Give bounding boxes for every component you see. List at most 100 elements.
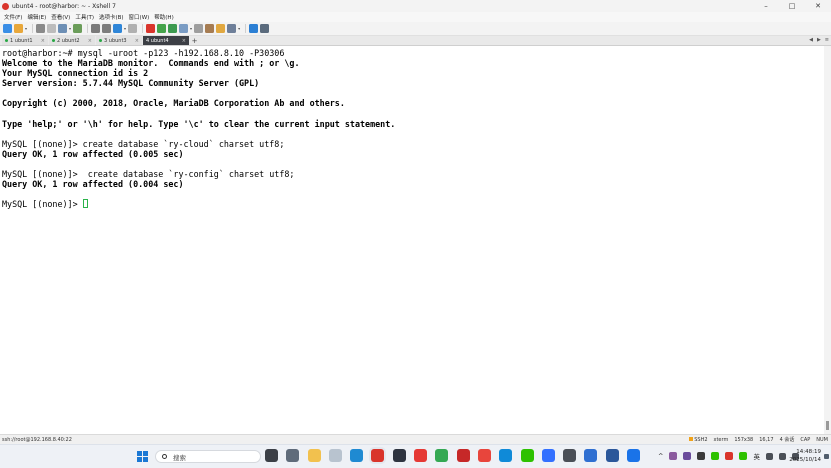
xftp-icon[interactable] bbox=[146, 24, 156, 33]
clipboard-icon[interactable] bbox=[328, 449, 342, 462]
session-tab[interactable]: 4 ubunt4 × bbox=[143, 36, 189, 45]
open-folder-icon[interactable] bbox=[14, 24, 23, 33]
taskbar-search[interactable]: 搜索 bbox=[155, 450, 261, 463]
terminal-app-icon[interactable] bbox=[392, 449, 406, 462]
volume-icon[interactable] bbox=[778, 452, 786, 460]
notes-app-icon[interactable] bbox=[456, 449, 470, 462]
ssh-lock-icon bbox=[689, 436, 694, 441]
close-button[interactable]: ✕ bbox=[805, 0, 831, 12]
minimize-button[interactable]: – bbox=[753, 0, 779, 12]
dropdown-caret-icon[interactable]: ▾ bbox=[124, 26, 126, 31]
tab-scroll-left-icon[interactable]: ◀ bbox=[809, 37, 813, 43]
tab-close-icon[interactable]: × bbox=[88, 38, 92, 44]
xshell-icon[interactable] bbox=[371, 449, 385, 462]
disconnect-icon[interactable] bbox=[47, 24, 57, 33]
menu-item-0[interactable]: 文件(F) bbox=[4, 13, 22, 21]
pdf-app-icon[interactable] bbox=[584, 449, 598, 462]
wechat-icon[interactable] bbox=[520, 449, 534, 462]
network-icon[interactable] bbox=[765, 452, 773, 460]
terminal-line: Copyright (c) 2000, 2018, Oracle, MariaD… bbox=[2, 98, 345, 109]
new-session-icon[interactable] bbox=[3, 24, 12, 33]
session-tab[interactable]: 3 ubunt3 × bbox=[96, 36, 142, 45]
clock[interactable]: 14:48:19 2025/10/14 bbox=[789, 449, 821, 464]
tray-wechat-icon[interactable] bbox=[711, 452, 720, 460]
terminal-prompt-line[interactable]: MySQL [(none)]> bbox=[2, 199, 824, 209]
tab-close-icon[interactable]: × bbox=[41, 38, 45, 44]
tab-menu-icon[interactable]: ≡ bbox=[825, 37, 829, 43]
session-tab[interactable]: 2 ubunt2 × bbox=[49, 36, 95, 45]
copy-icon[interactable] bbox=[58, 24, 68, 33]
print-icon[interactable] bbox=[102, 24, 112, 33]
transfer-icon[interactable] bbox=[179, 24, 189, 33]
menu-item-1[interactable]: 编辑(E) bbox=[27, 13, 46, 21]
word-icon[interactable] bbox=[605, 449, 619, 462]
tray-app-3-icon[interactable] bbox=[697, 452, 706, 460]
maximize-button[interactable]: □ bbox=[779, 0, 805, 12]
vscode-icon[interactable] bbox=[350, 449, 364, 462]
terminal-line: MySQL [(none)]> create database `ry-conf… bbox=[2, 169, 295, 180]
terminal-output[interactable]: root@harbor:~# mysql -uroot -p123 -h192.… bbox=[0, 46, 824, 434]
tray-app-5-icon[interactable] bbox=[725, 452, 734, 460]
session-tabs: 1 ubunt1 × 2 ubunt2 × 3 ubunt3 × 4 ubunt4 × bbox=[2, 36, 190, 45]
terminal-line: Your MySQL connection id is 2 bbox=[2, 68, 149, 79]
terminal-line: Welcome to the MariaDB monitor. Commands… bbox=[2, 58, 300, 69]
pen-icon[interactable] bbox=[205, 24, 215, 33]
layout-icon[interactable] bbox=[227, 24, 237, 33]
tray-app-1-icon[interactable] bbox=[669, 452, 678, 460]
toolbar: ▾ ▾ ▾ ▾ ▾ bbox=[0, 22, 831, 36]
script-icon[interactable] bbox=[168, 24, 178, 33]
tab-scroll-right-icon[interactable]: ▶ bbox=[817, 37, 821, 43]
dropdown-caret-icon[interactable]: ▾ bbox=[238, 26, 240, 31]
keyboard-icon[interactable] bbox=[194, 24, 204, 33]
toolbar-separator bbox=[32, 24, 34, 33]
windows-taskbar: 搜索 ^ 英 14:48:19 2025/10/14 bbox=[0, 444, 831, 468]
reconnect-icon[interactable] bbox=[36, 24, 46, 33]
chrome-icon[interactable] bbox=[477, 449, 491, 462]
file-explorer-icon[interactable] bbox=[307, 449, 321, 462]
terminal-scrollbar[interactable] bbox=[824, 46, 831, 434]
vmware-icon[interactable] bbox=[627, 449, 641, 462]
start-button[interactable] bbox=[137, 451, 148, 462]
paste-icon[interactable] bbox=[73, 24, 83, 33]
notification-icon[interactable] bbox=[824, 454, 829, 459]
task-view-icon[interactable] bbox=[265, 449, 278, 462]
dropdown-caret-icon[interactable]: ▾ bbox=[190, 26, 192, 31]
menu-item-2[interactable]: 查看(V) bbox=[51, 13, 70, 21]
session-tab[interactable]: 1 ubunt1 × bbox=[2, 36, 48, 45]
tab-close-icon[interactable]: × bbox=[135, 38, 139, 44]
red-app-icon[interactable] bbox=[414, 449, 428, 462]
tray-app-2-icon[interactable] bbox=[683, 452, 692, 460]
dropdown-caret-icon[interactable]: ▾ bbox=[25, 26, 27, 31]
menu-item-4[interactable]: 选项卡(B) bbox=[99, 13, 124, 21]
help-icon[interactable] bbox=[249, 24, 259, 33]
xmanager-icon[interactable] bbox=[157, 24, 167, 33]
toolbar-separator bbox=[142, 24, 144, 33]
edge-icon[interactable] bbox=[499, 449, 513, 462]
dropdown-caret-icon[interactable]: ▾ bbox=[69, 26, 71, 31]
globe-icon[interactable] bbox=[113, 24, 123, 33]
info-icon[interactable] bbox=[260, 24, 270, 33]
input-method-indicator[interactable]: 英 bbox=[753, 451, 760, 461]
terminal-line: MySQL [(none)]> create database `ry-clou… bbox=[2, 138, 285, 149]
cube-app-icon[interactable] bbox=[563, 449, 577, 462]
menu-item-6[interactable]: 帮助(H) bbox=[154, 13, 173, 21]
key-icon[interactable] bbox=[128, 24, 138, 33]
green-app-icon[interactable] bbox=[435, 449, 449, 462]
settings-icon[interactable] bbox=[286, 449, 300, 462]
menu-item-5[interactable]: 窗口(W) bbox=[129, 13, 150, 21]
tab-close-icon[interactable]: × bbox=[182, 38, 186, 44]
terminal-lines: root@harbor:~# mysql -uroot -p123 -h192.… bbox=[2, 48, 824, 199]
tab-label: 3 ubunt3 bbox=[104, 37, 127, 44]
menu-item-3[interactable]: 工具(T) bbox=[75, 13, 94, 21]
tray-overflow-chevron-icon[interactable]: ^ bbox=[658, 452, 663, 460]
tray-app-6-icon[interactable] bbox=[739, 452, 748, 460]
find-icon[interactable] bbox=[91, 24, 101, 33]
scrollbar-thumb[interactable] bbox=[826, 421, 829, 430]
terminal-type: xterm bbox=[713, 436, 729, 443]
lock-icon[interactable] bbox=[216, 24, 226, 33]
feishu-icon[interactable] bbox=[541, 449, 555, 462]
pinned-apps bbox=[265, 449, 648, 462]
new-tab-button[interactable]: + bbox=[190, 36, 199, 45]
